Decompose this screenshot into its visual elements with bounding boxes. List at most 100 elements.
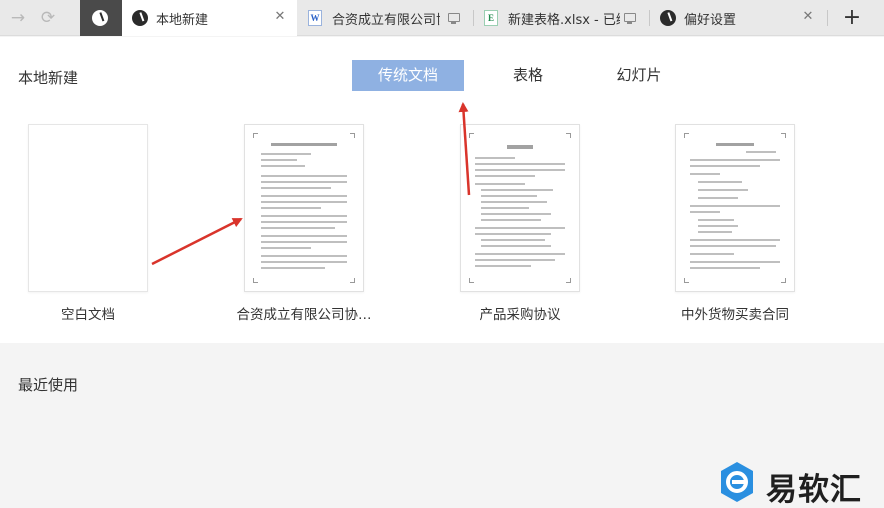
doc-preview-line	[261, 247, 311, 249]
template-blank-document[interactable]	[28, 124, 148, 292]
doc-preview-line	[475, 183, 525, 185]
doc-preview-line	[746, 151, 776, 153]
doc-preview-line	[690, 267, 760, 269]
doc-preview-line	[690, 205, 780, 207]
doc-preview-line	[261, 235, 347, 237]
doc-preview-line	[690, 173, 720, 175]
doc-preview-line	[690, 261, 780, 263]
doc-preview-line	[261, 261, 347, 263]
template-foreign-trade-contract[interactable]	[675, 124, 795, 292]
tab-agreement-doc[interactable]: W 合资成立有限公司协议书	[298, 0, 472, 36]
doc-preview-line	[481, 189, 553, 191]
corner-mark	[781, 133, 786, 138]
template-product-purchase-agreement[interactable]	[460, 124, 580, 292]
watermark-logo: 易软汇	[714, 458, 884, 508]
doc-preview-line	[475, 157, 515, 159]
doc-preview-line	[481, 213, 551, 215]
doc-preview-line	[698, 181, 742, 183]
doc-preview-line	[475, 259, 555, 261]
doc-preview-line	[698, 189, 748, 191]
doc-preview-line	[261, 221, 347, 223]
app-menu-button[interactable]	[80, 0, 122, 36]
new-tab-plus-icon[interactable]: +	[838, 6, 866, 30]
doc-preview-line	[261, 241, 347, 243]
corner-mark	[253, 278, 258, 283]
doc-preview-line	[261, 175, 347, 177]
doc-preview-line	[261, 195, 347, 197]
template-joint-venture-agreement[interactable]	[244, 124, 364, 292]
refresh-icon[interactable]: ⟳	[38, 8, 58, 28]
doc-preview-line	[481, 195, 537, 197]
type-tab-spreadsheet[interactable]: 表格	[496, 60, 560, 91]
tab-spreadsheet[interactable]: E 新建表格.xlsx - 已编辑	[474, 0, 648, 36]
doc-preview-line	[481, 245, 551, 247]
doc-preview-line	[475, 169, 565, 171]
type-tab-document[interactable]: 传统文档	[352, 60, 464, 91]
doc-preview-line	[261, 159, 297, 161]
doc-preview-line	[690, 159, 780, 161]
doc-preview-title	[271, 143, 337, 146]
tab-preferences[interactable]: 偏好设置 ✕	[650, 0, 826, 36]
word-doc-icon: W	[308, 10, 322, 26]
doc-preview-line	[698, 197, 738, 199]
tab-label: 合资成立有限公司协议书	[332, 13, 440, 28]
doc-preview-line	[261, 227, 335, 229]
doc-preview-line	[261, 201, 347, 203]
doc-preview-line	[475, 175, 535, 177]
doc-preview-line	[261, 215, 347, 217]
watermark-text: 易软汇	[766, 472, 862, 508]
doc-preview-line	[261, 267, 325, 269]
local-new-panel: 本地新建 传统文档 表格 幻灯片 空白文档 合资成立有限公司协… 产品采购协议 …	[0, 37, 884, 343]
corner-mark	[684, 133, 689, 138]
monitor-icon[interactable]	[624, 13, 636, 24]
corner-mark	[469, 133, 474, 138]
doc-preview-line	[475, 265, 531, 267]
doc-preview-line	[690, 239, 780, 241]
doc-preview-line	[475, 163, 565, 165]
tab-bar: → ⟳ 本地新建 ✕ W 合资成立有限公司协议书 E 新建表格.xlsx - 已…	[0, 0, 884, 36]
doc-preview-line	[261, 187, 331, 189]
doc-preview-line	[261, 165, 305, 167]
doc-preview-line	[698, 231, 732, 233]
corner-mark	[350, 133, 355, 138]
doc-preview-line	[481, 219, 541, 221]
doc-preview-line	[690, 165, 760, 167]
app-logo-icon	[660, 10, 676, 26]
corner-mark	[566, 133, 571, 138]
type-tab-slides[interactable]: 幻灯片	[604, 60, 674, 91]
doc-preview-line	[475, 233, 551, 235]
back-arrow-icon[interactable]: →	[8, 8, 28, 28]
page-title: 本地新建	[18, 69, 79, 87]
doc-preview-line	[690, 245, 776, 247]
tab-local-new[interactable]: 本地新建 ✕	[122, 0, 297, 36]
doc-preview-line	[261, 181, 347, 183]
template-label: 中外货物买卖合同	[681, 307, 789, 323]
doc-preview-line	[481, 201, 547, 203]
corner-mark	[781, 278, 786, 283]
template-label: 空白文档	[61, 307, 115, 323]
template-label: 产品采购协议	[479, 307, 561, 323]
corner-mark	[469, 278, 474, 283]
hexagon-logo-icon	[721, 462, 753, 502]
app-logo-icon	[132, 10, 148, 26]
recent-section-title: 最近使用	[18, 376, 79, 394]
doc-preview-title	[507, 145, 533, 149]
doc-preview-line	[261, 255, 347, 257]
doc-preview-line	[698, 225, 738, 227]
corner-mark	[684, 278, 689, 283]
doc-preview-line	[690, 253, 734, 255]
doc-preview-line	[690, 211, 720, 213]
corner-mark	[566, 278, 571, 283]
tab-label: 本地新建	[156, 13, 209, 28]
doc-preview-line	[261, 207, 321, 209]
doc-preview-line	[481, 207, 529, 209]
close-icon[interactable]: ✕	[800, 8, 816, 26]
doc-preview-line	[475, 227, 565, 229]
doc-preview-line	[261, 153, 311, 155]
monitor-icon[interactable]	[448, 13, 460, 24]
corner-mark	[253, 133, 258, 138]
close-icon[interactable]: ✕	[272, 8, 288, 26]
doc-preview-line	[698, 219, 734, 221]
doc-preview-line	[481, 239, 545, 241]
doc-preview-title	[716, 143, 754, 146]
